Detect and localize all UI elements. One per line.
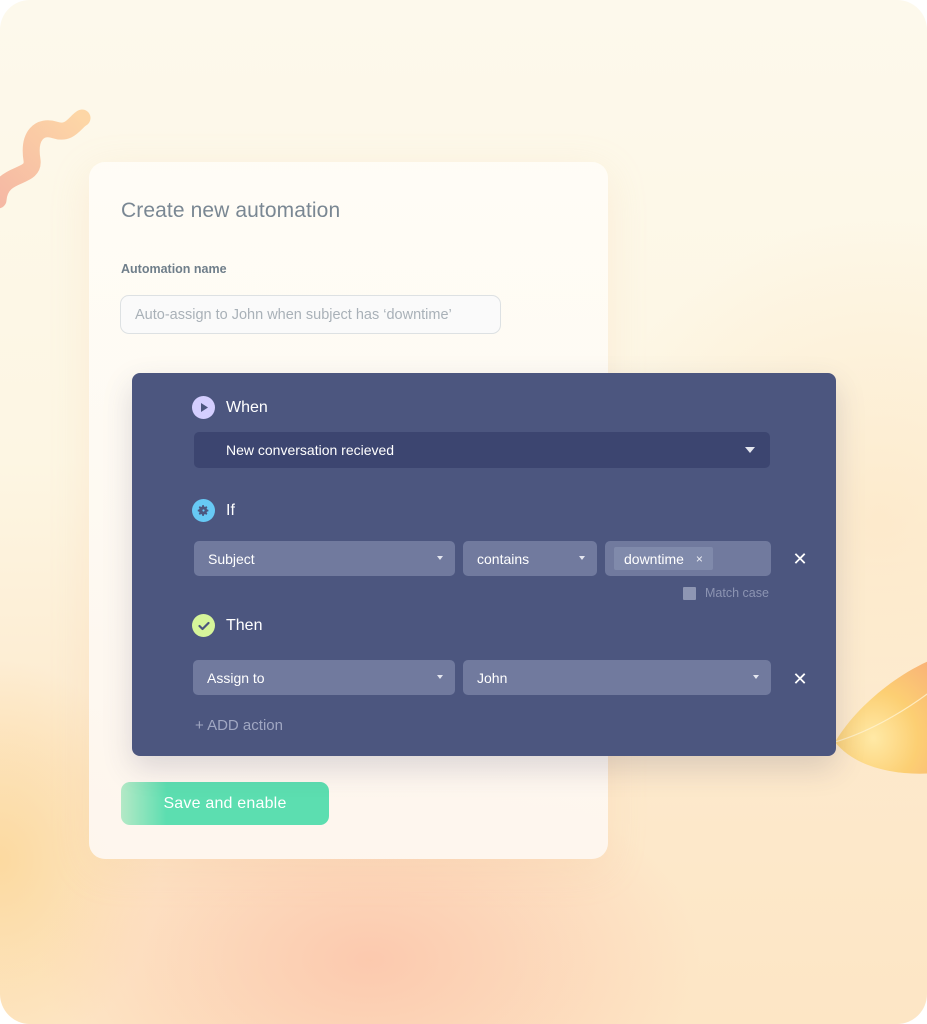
chevron-down-icon (437, 556, 443, 560)
check-icon (192, 614, 215, 637)
if-label: If (226, 501, 235, 519)
background-canvas: Create new automation Automation name Sa… (0, 0, 927, 1024)
keyword-tag: downtime × (614, 547, 713, 570)
match-case-label: Match case (705, 586, 769, 600)
then-label: Then (226, 616, 263, 634)
play-icon (192, 396, 215, 419)
tag-remove-icon[interactable]: × (696, 552, 703, 566)
match-case-checkbox[interactable]: Match case (683, 586, 769, 600)
save-and-enable-button[interactable]: Save and enable (121, 782, 329, 825)
if-section-header: If (192, 499, 235, 522)
assignee-select[interactable]: John (463, 660, 771, 695)
action-type-value: Assign to (207, 669, 265, 686)
assignee-value: John (477, 669, 508, 686)
automation-name-input[interactable] (120, 295, 501, 334)
squiggle-decoration (0, 109, 91, 209)
condition-field-select[interactable]: Subject (194, 541, 455, 576)
when-section-header: When (192, 396, 268, 419)
condition-field-value: Subject (208, 550, 255, 567)
condition-operator-value: contains (477, 550, 530, 567)
trigger-select-value: New conversation recieved (226, 442, 395, 458)
chevron-down-icon (745, 447, 755, 453)
automation-rules-panel: When New conversation recieved If Subjec… (132, 373, 836, 756)
action-type-select[interactable]: Assign to (193, 660, 455, 695)
checkbox-box[interactable] (683, 586, 696, 600)
chevron-down-icon (753, 675, 759, 679)
then-section-header: Then (192, 614, 262, 637)
remove-action-button[interactable]: ✕ (791, 670, 809, 688)
when-label: When (226, 398, 268, 416)
gear-icon (192, 499, 215, 522)
keyword-tag-label: downtime (624, 550, 684, 567)
chevron-down-icon (437, 675, 443, 679)
remove-condition-button[interactable]: ✕ (791, 550, 809, 568)
add-action-link[interactable]: + ADD action (195, 717, 283, 734)
trigger-select[interactable]: New conversation recieved (194, 432, 770, 468)
chevron-down-icon (579, 556, 585, 560)
condition-value-input[interactable]: downtime × (605, 541, 771, 576)
leaf-decoration (834, 661, 927, 774)
automation-name-label: Automation name (121, 262, 227, 276)
page-title: Create new automation (121, 199, 341, 222)
condition-operator-select[interactable]: contains (463, 541, 597, 576)
